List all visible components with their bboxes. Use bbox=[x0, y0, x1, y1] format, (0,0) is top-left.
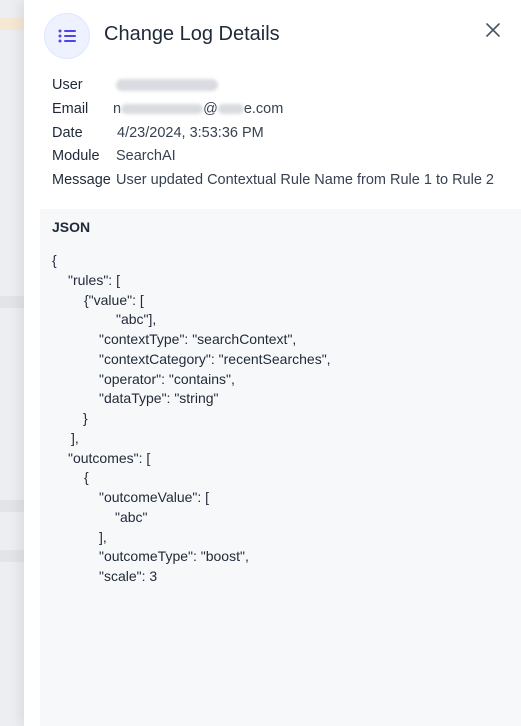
json-line: "contextType": "searchContext", bbox=[99, 331, 297, 347]
json-line: "contextCategory": "recentSearches", bbox=[99, 350, 331, 367]
json-line: "scale": 3 bbox=[99, 568, 158, 584]
backdrop-shape bbox=[0, 18, 24, 30]
backdrop-shape bbox=[0, 550, 24, 562]
details-list: User Email n @ e.com Date 4/23/2024, 3:53:… bbox=[52, 74, 512, 193]
json-line: "abc" bbox=[115, 508, 148, 525]
date-value: 4/23/2024, 3:53:36 PM bbox=[117, 124, 264, 141]
email-row: Email n @ e.com bbox=[52, 98, 512, 122]
json-line: "operator": "contains", bbox=[99, 370, 235, 387]
json-line: {"value": [ bbox=[84, 291, 144, 308]
email-label: Email bbox=[52, 100, 89, 117]
module-value: SearchAI bbox=[116, 148, 176, 165]
user-value-redacted bbox=[116, 74, 218, 98]
drawer-header: Change Log Details bbox=[24, 0, 521, 72]
module-row: Module SearchAI bbox=[52, 145, 512, 169]
email-value: n @ e.com bbox=[113, 98, 283, 122]
close-icon bbox=[486, 23, 500, 37]
message-row: Message User updated Contextual Rule Nam… bbox=[52, 169, 512, 193]
json-code-block: { "rules": [ {"value": [ "abc"], "contextTyp… bbox=[52, 251, 331, 587]
change-log-drawer: Change Log Details User Email n @ e.com Da… bbox=[24, 0, 521, 726]
json-line: { bbox=[84, 469, 89, 486]
email-prefix: n bbox=[113, 100, 122, 117]
json-line: ], bbox=[99, 528, 107, 545]
user-label: User bbox=[52, 77, 83, 93]
json-line: "dataType": "string" bbox=[99, 390, 219, 407]
json-line: { bbox=[52, 252, 57, 268]
json-title: JSON bbox=[52, 219, 91, 235]
user-row: User bbox=[52, 74, 512, 98]
module-label: Module bbox=[52, 148, 100, 165]
date-label: Date bbox=[52, 124, 83, 141]
json-line: "outcomeType": "boost", bbox=[99, 548, 249, 565]
list-icon bbox=[44, 13, 90, 59]
json-panel: JSON { "rules": [ {"value": [ "abc"], "conte… bbox=[40, 209, 521, 726]
json-line: ], bbox=[71, 429, 79, 446]
backdrop-shape bbox=[0, 500, 24, 512]
close-button[interactable] bbox=[483, 20, 503, 40]
json-line: } bbox=[83, 410, 88, 426]
email-at: @ bbox=[203, 100, 218, 117]
json-line: "abc"], bbox=[116, 311, 157, 328]
message-value: User updated Contextual Rule Name from R… bbox=[116, 172, 494, 189]
date-row: Date 4/23/2024, 3:53:36 PM bbox=[52, 122, 512, 146]
page-backdrop bbox=[0, 0, 24, 726]
email-suffix: e.com bbox=[243, 100, 284, 117]
backdrop-shape bbox=[0, 296, 24, 308]
json-line: "outcomeValue": [ bbox=[99, 489, 210, 505]
message-label: Message bbox=[52, 172, 111, 189]
json-line: "outcomes": [ bbox=[68, 449, 151, 466]
json-line: "rules": [ bbox=[68, 271, 120, 288]
drawer-title: Change Log Details bbox=[104, 23, 280, 45]
